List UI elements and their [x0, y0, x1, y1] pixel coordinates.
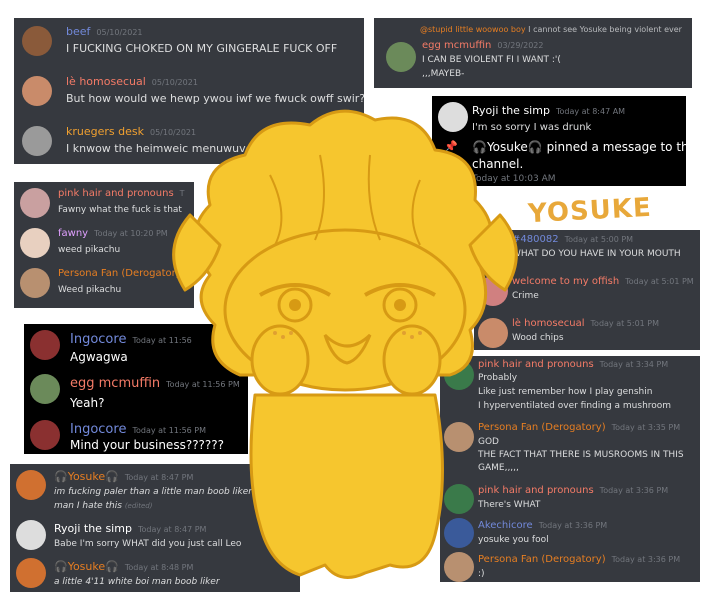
chat-panel-2: @stupid little woowoo boy I cannot see Y… [374, 18, 692, 88]
avatar[interactable] [30, 374, 60, 404]
message-text: I CAN BE VIOLENT FI I WANT :'( [422, 55, 561, 65]
avatar[interactable] [16, 470, 46, 500]
avatar[interactable] [22, 76, 52, 106]
chat-message: beef 05/10/2021 I FUCKING CHOKED ON MY GI… [14, 22, 364, 62]
username[interactable]: egg mcmuffin 03/29/2022 [422, 40, 543, 51]
avatar[interactable] [386, 42, 416, 72]
message-text: Yeah? [70, 396, 105, 410]
timestamp: 05/10/2021 [151, 78, 198, 87]
message-text: weed pikachu [58, 245, 121, 255]
yosuke-mascot-illustration [172, 109, 518, 579]
avatar[interactable] [20, 268, 50, 298]
reply-reference[interactable]: @stupid little woowoo boy I cannot see Y… [420, 25, 682, 34]
username[interactable]: beef 05/10/2021 [66, 25, 143, 38]
message-text: man I hate this (edited) [54, 501, 153, 511]
timestamp: Today at 8:47 AM [555, 107, 626, 116]
avatar[interactable] [22, 26, 52, 56]
timestamp: 05/10/2021 [96, 28, 143, 37]
avatar[interactable] [30, 330, 60, 360]
avatar[interactable] [16, 520, 46, 550]
message-text: I FUCKING CHOKED ON MY GINGERALE FUCK OF… [66, 42, 338, 55]
message-text: ,,,MAYEB- [422, 69, 465, 79]
avatar[interactable] [30, 420, 60, 450]
avatar[interactable] [22, 126, 52, 156]
message-text: Weed pikachu [58, 285, 122, 295]
yosuke-handwritten-label: YOSUKE [527, 192, 653, 230]
avatar[interactable] [20, 228, 50, 258]
message-text: Agwagwa [70, 350, 128, 364]
username[interactable]: lè homosecual 05/10/2021 [66, 75, 198, 88]
avatar[interactable] [16, 558, 46, 588]
timestamp: 03/29/2022 [497, 41, 544, 50]
avatar[interactable] [20, 188, 50, 218]
edited-label: (edited) [124, 502, 153, 510]
